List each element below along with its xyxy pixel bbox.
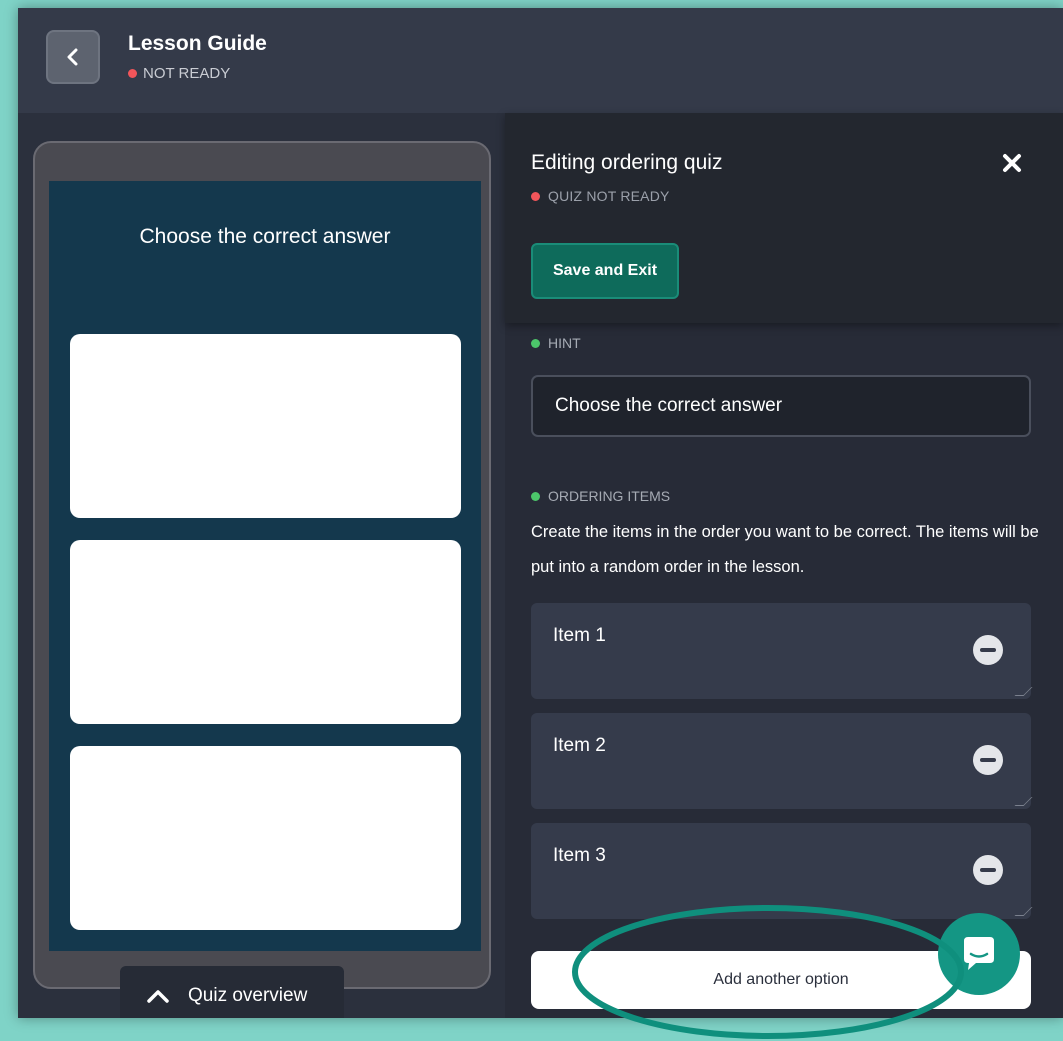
editor-title: Editing ordering quiz (531, 151, 723, 174)
page-title: Lesson Guide (128, 32, 267, 55)
preview-answer-card[interactable] (70, 746, 461, 930)
ordering-item[interactable]: Item 2 (531, 713, 1033, 809)
hint-label-text: HINT (548, 335, 581, 351)
preview-hint: Choose the correct answer (139, 225, 391, 248)
chevron-left-icon (67, 48, 78, 66)
preview-panel: Choose the correct answer Quiz overview (18, 113, 505, 1018)
app-window: Lesson Guide NOT READY Choose the correc… (18, 8, 1063, 1018)
resize-handle-icon[interactable] (1014, 687, 1033, 696)
device-screen: Choose the correct answer (49, 181, 481, 951)
preview-answer-card[interactable] (70, 540, 461, 724)
chat-icon (964, 937, 994, 970)
resize-handle-icon[interactable] (1014, 907, 1033, 916)
preview-answer-card[interactable] (70, 334, 461, 518)
ordering-item[interactable]: Item 3 (531, 823, 1033, 919)
hint-input[interactable]: Choose the correct answer (531, 375, 1031, 437)
back-button[interactable] (46, 30, 100, 84)
save-and-exit-button[interactable]: Save and Exit (531, 243, 679, 299)
quiz-status: QUIZ NOT READY (531, 188, 670, 204)
section-dot-icon (531, 338, 540, 348)
device-preview: Choose the correct answer (33, 141, 491, 989)
quiz-overview-label: Quiz overview (188, 985, 308, 1006)
close-icon[interactable] (1002, 151, 1022, 177)
ordering-item[interactable]: Item 1 (531, 603, 1033, 699)
lesson-status: NOT READY (128, 65, 230, 82)
section-dot-icon (531, 491, 540, 501)
lesson-status-text: NOT READY (143, 65, 231, 82)
remove-item-icon[interactable] (973, 855, 1003, 885)
hint-section-label: HINT (531, 335, 581, 351)
remove-item-icon[interactable] (973, 635, 1003, 665)
ordering-item-text[interactable]: Item 3 (553, 845, 606, 867)
ordering-section-label: ORDERING ITEMS (531, 488, 670, 504)
ordering-item-text[interactable]: Item 2 (553, 735, 606, 757)
quiz-editor-panel: Editing ordering quiz QUIZ NOT READY Sav… (505, 113, 1063, 1018)
remove-item-icon[interactable] (973, 745, 1003, 775)
top-bar: Lesson Guide NOT READY (18, 8, 1063, 113)
chevron-up-icon (147, 990, 169, 1003)
editor-header: Editing ordering quiz QUIZ NOT READY Sav… (505, 113, 1063, 323)
quiz-overview-toggle[interactable]: Quiz overview (120, 966, 344, 1018)
status-dot-icon (128, 69, 137, 78)
ordering-label-text: ORDERING ITEMS (548, 488, 671, 504)
chat-button[interactable] (938, 913, 1020, 995)
quiz-status-text: QUIZ NOT READY (548, 188, 670, 204)
status-dot-icon (531, 191, 540, 201)
ordering-description: Create the items in the order you want t… (531, 523, 1039, 576)
resize-handle-icon[interactable] (1014, 797, 1033, 806)
ordering-item-text[interactable]: Item 1 (553, 625, 606, 647)
